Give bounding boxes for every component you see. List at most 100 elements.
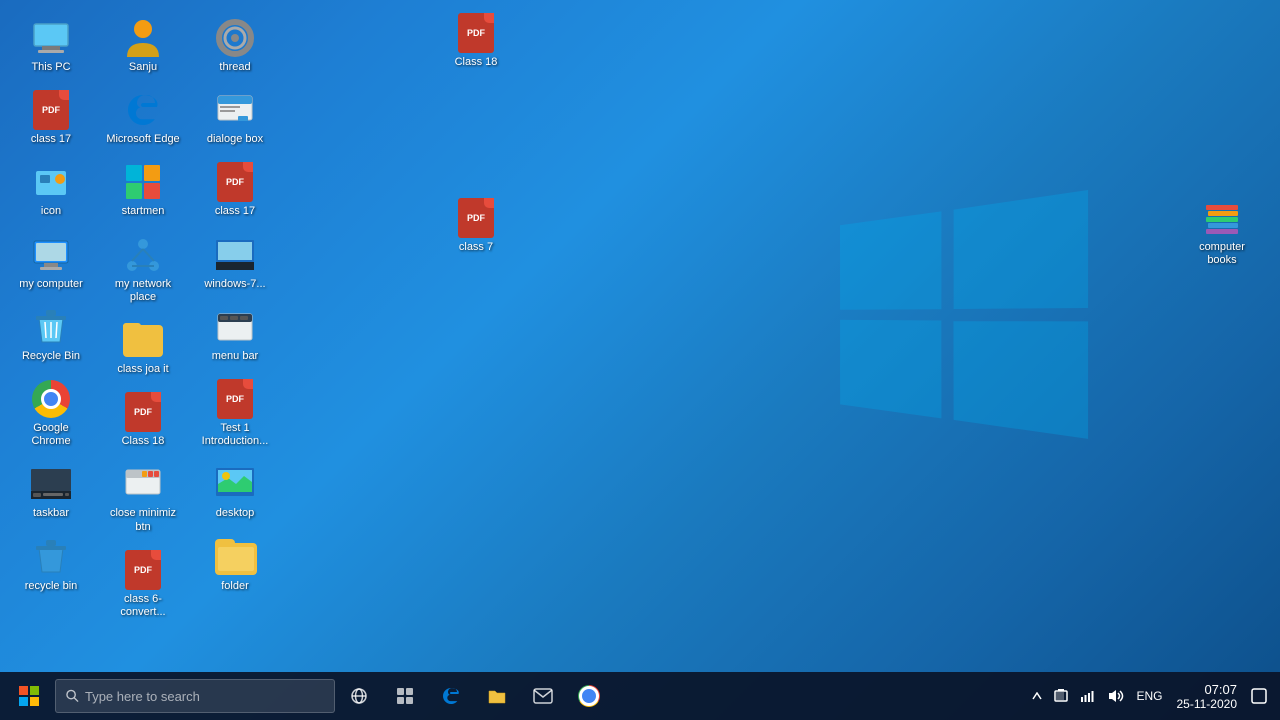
desktop-icon-my-computer[interactable]: my computer (11, 231, 91, 295)
dialoge-box-label: dialoge box (207, 133, 263, 146)
menu-bar-label: menu bar (212, 350, 258, 363)
this-pc-label: This PC (31, 61, 70, 74)
test1-icon: PDF (215, 379, 255, 419)
desktop-img-icon (215, 464, 255, 504)
class17-icon: PDF (31, 90, 71, 130)
desktop-icon-close-min[interactable]: close minimiz btn (103, 460, 183, 537)
desktop-icon-desktop-img[interactable]: desktop (195, 460, 275, 524)
my-network-label: my network place (105, 278, 181, 304)
startmen-label: startmen (122, 205, 165, 218)
icon-label: icon (41, 205, 61, 218)
desktop-icon-class17[interactable]: PDF class 17 (11, 86, 91, 150)
class7-label: class 7 (459, 241, 493, 254)
search-icon (66, 689, 79, 703)
menu-bar-icon (215, 307, 255, 347)
desktop-icon-taskbar[interactable]: taskbar (11, 460, 91, 524)
taskbar-edge-button[interactable] (429, 674, 473, 718)
recycle-bin-icon (31, 307, 71, 347)
task-manager-button[interactable] (383, 674, 427, 718)
desktop-icon-test1[interactable]: PDF Test 1 Introduction... (195, 375, 275, 452)
taskbar-explorer-button[interactable] (475, 674, 519, 718)
volume-tray-icon[interactable] (1104, 687, 1128, 705)
taskbar-mail-button[interactable] (521, 674, 565, 718)
test1-label: Test 1 Introduction... (197, 422, 273, 448)
startmen-icon (123, 162, 163, 202)
class7-icon: PDF (456, 198, 496, 238)
desktop-icon-class17-2[interactable]: PDF class 17 (195, 158, 275, 222)
volume-icon (1108, 689, 1124, 703)
desktop-icon-folder[interactable]: folder (195, 533, 275, 597)
desktop-icon-thread[interactable]: thread (195, 14, 275, 78)
power-icon[interactable] (1050, 686, 1072, 706)
desktop-icon-computer-books[interactable]: computer books (1182, 194, 1262, 271)
desktop-icon-recycle-bin2[interactable]: recycle bin (11, 533, 91, 597)
desktop-icon-startmen[interactable]: startmen (103, 158, 183, 222)
task-view-icon (350, 687, 368, 705)
sanju-label: Sanju (129, 61, 157, 74)
desktop-icon-my-network[interactable]: my network place (103, 231, 183, 308)
close-min-label: close minimiz btn (105, 507, 181, 533)
search-bar[interactable] (55, 679, 335, 713)
my-computer-icon (31, 235, 71, 275)
notification-icon (1251, 688, 1267, 704)
class6-label: class 6-convert... (105, 593, 181, 619)
ms-edge-icon (123, 90, 163, 130)
taskbar-chrome-button[interactable] (567, 674, 611, 718)
language-tray-button[interactable]: ENG (1132, 687, 1166, 705)
taskbar-explorer-icon (487, 687, 507, 705)
task-view-button[interactable] (337, 674, 381, 718)
search-input[interactable] (85, 689, 324, 704)
taskbar: ENG 07:07 25-11-2020 (0, 672, 1280, 720)
class17-2-label: class 17 (215, 205, 255, 218)
desktop-icon-dialoge-box[interactable]: dialoge box (195, 86, 275, 150)
recycle-bin2-label: recycle bin (25, 580, 78, 593)
ms-edge-label: Microsoft Edge (106, 133, 179, 146)
tray-show-hidden-button[interactable] (1028, 690, 1046, 702)
desktop-icon-menu-bar[interactable]: menu bar (195, 303, 275, 367)
desktop-icon-icon[interactable]: icon (11, 158, 91, 222)
class18-top-icon: PDF (456, 13, 496, 53)
network-tray-icon[interactable] (1076, 687, 1100, 705)
clock-area[interactable]: 07:07 25-11-2020 (1171, 682, 1244, 711)
clock-time: 07:07 (1204, 682, 1237, 697)
desktop-icon-windows7[interactable]: windows-7... (195, 231, 275, 295)
task-manager-icon (396, 687, 414, 705)
desktop-icon-ms-edge[interactable]: Microsoft Edge (103, 86, 183, 150)
desktop-icon-google-chrome[interactable]: Google Chrome (11, 375, 91, 452)
desktop-icon-recycle-bin[interactable]: Recycle Bin (11, 303, 91, 367)
language-label: ENG (1136, 689, 1162, 703)
folder-label: folder (221, 580, 249, 593)
my-computer-label: my computer (19, 278, 83, 291)
windows-logo-watermark (840, 190, 1090, 440)
google-chrome-icon (31, 379, 71, 419)
computer-books-icon (1202, 198, 1242, 238)
desktop-icon-class18-top[interactable]: PDF Class 18 (436, 9, 516, 73)
desktop-icon-class7[interactable]: PDF class 7 (436, 194, 516, 258)
this-pc-icon (31, 18, 71, 58)
icons-area: This PC PDF class 17 icon my computer (0, 5, 420, 655)
close-min-icon (123, 464, 163, 504)
taskbar-edge-icon (441, 686, 461, 706)
taskbar-mail-icon (533, 688, 553, 704)
desktop-icon-class-joa-it[interactable]: class joa it (103, 316, 183, 380)
desktop-icon-this-pc[interactable]: This PC (11, 14, 91, 78)
desktop-img-label: desktop (216, 507, 255, 520)
taskbar-label: taskbar (33, 507, 69, 520)
windows7-icon (215, 235, 255, 275)
desktop-icon-sanju[interactable]: Sanju (103, 14, 183, 78)
thread-icon (215, 18, 255, 58)
taskbar-icon (31, 464, 71, 504)
desktop-icon-class18-2[interactable]: PDF Class 18 (103, 388, 183, 452)
class18-2-icon: PDF (123, 392, 163, 432)
class17-2-icon: PDF (215, 162, 255, 202)
start-button[interactable] (5, 672, 53, 720)
windows7-label: windows-7... (204, 278, 265, 291)
desktop: This PC PDF class 17 icon my computer (0, 0, 1280, 672)
google-chrome-label: Google Chrome (13, 422, 89, 448)
clock-date: 25-11-2020 (1177, 697, 1238, 711)
desktop-icon-class6[interactable]: PDF class 6-convert... (103, 546, 183, 623)
chevron-up-icon (1032, 692, 1042, 700)
network-icon (1080, 689, 1096, 703)
class18-2-label: Class 18 (122, 435, 165, 448)
notification-button[interactable] (1247, 686, 1271, 706)
